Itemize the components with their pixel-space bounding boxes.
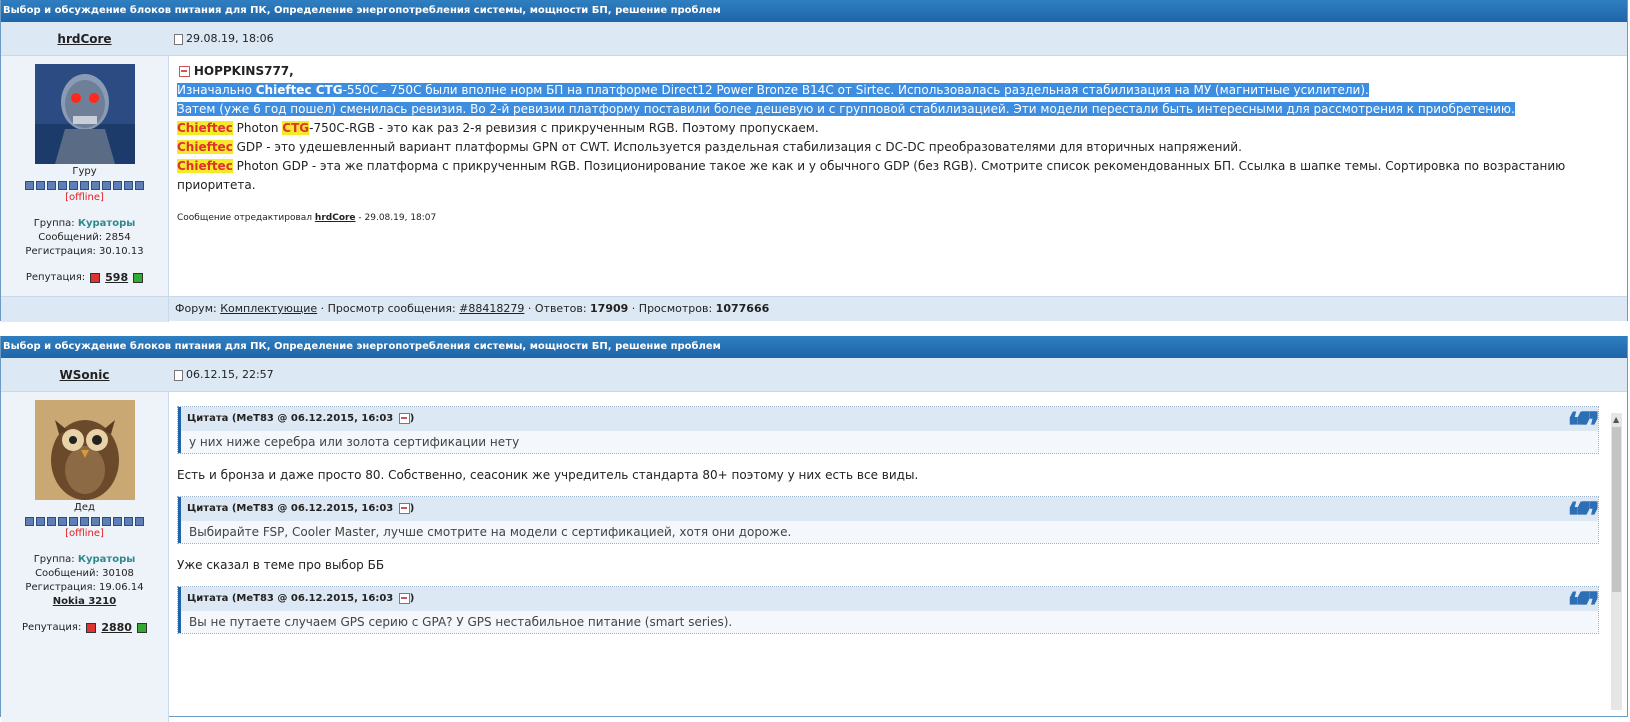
group-label: Группа:: [33, 218, 75, 229]
author-link[interactable]: WSonic: [1, 368, 168, 382]
post-scrollbar[interactable]: ▲: [1611, 413, 1622, 710]
quote-mark-icon: ❝❞: [1567, 495, 1600, 537]
post-footer: Форум: Комплектующие · Просмотр сообщени…: [169, 296, 1627, 321]
topic-title[interactable]: Выбор и обсуждение блоков питания для ПК…: [1, 0, 1627, 22]
quote-header: Цитата (MeT83 @ 06.12.2015, 16:03 ): [178, 497, 1598, 521]
user-group: Группа: Кураторы: [1, 217, 168, 231]
quote-block: Цитата (MeT83 @ 06.12.2015, 16:03 ) у ни…: [177, 405, 1600, 454]
post-icon[interactable]: [174, 369, 183, 381]
quote-header: Цитата (MeT83 @ 06.12.2015, 16:03 ): [178, 587, 1598, 611]
user-panel: Гуру [offline] Группа: Кураторы Сообщени…: [1, 56, 169, 296]
quote-mark-icon: ❝❞: [1567, 585, 1600, 627]
reply-back-icon[interactable]: [179, 66, 190, 77]
reply-to: HOPPKINS777,: [177, 62, 1619, 81]
line-4: Chieftec GDP - это удешевленный вариант …: [177, 140, 1242, 154]
post-content: HOPPKINS777, Изначально Chieftec CTG-550…: [169, 56, 1627, 296]
quote-text: Вы не путаете случаем GPS серию с GPA? У…: [178, 611, 1598, 633]
registration-date: Регистрация: 19.06.14: [25, 582, 144, 593]
reputation: Репутация: 598: [1, 271, 168, 284]
rep-minus-icon[interactable]: [90, 272, 101, 283]
post-icon[interactable]: [174, 33, 183, 45]
user-info: Группа: Кураторы Сообщений: 30108 Регист…: [1, 553, 168, 609]
post-1: Выбор и обсуждение блоков питания для ПК…: [0, 0, 1628, 322]
rank-dots: [1, 181, 168, 190]
quote-back-icon[interactable]: [398, 592, 410, 604]
user-rank: Гуру: [72, 166, 97, 177]
quote-back-icon[interactable]: [398, 502, 410, 514]
post-namebar: WSonic 06.12.15, 22:57: [1, 358, 1627, 392]
message-count: Сообщений: 30108: [35, 568, 134, 579]
quote-text: Выбирайте FSP, Cooler Master, лучше смот…: [178, 521, 1598, 543]
line-2: Затем (уже 6 год пошел) сменилась ревизи…: [177, 102, 1515, 116]
editor-link[interactable]: hrdCore: [315, 213, 356, 223]
post-namebar: hrdCore 29.08.19, 18:06: [1, 22, 1627, 56]
reputation-value[interactable]: 598: [105, 271, 128, 284]
rep-minus-icon[interactable]: [86, 622, 97, 633]
forum-link[interactable]: Комплектующие: [220, 302, 317, 315]
reputation-label: Репутация:: [25, 272, 86, 283]
post-date: 06.12.15, 22:57: [168, 368, 274, 381]
reputation-value[interactable]: 2880: [101, 621, 132, 634]
group-label: Группа:: [33, 554, 75, 565]
user-rank: Дед: [74, 502, 95, 513]
quote-block: Цитата (MeT83 @ 06.12.2015, 16:03 ) Вы н…: [177, 585, 1600, 634]
avatar[interactable]: [34, 400, 135, 500]
line-5: Chieftec Photon GDP - эта же платформа с…: [177, 159, 1566, 192]
rank-dots: [1, 517, 168, 526]
line-3: Chieftec Photon CTG-750C-RGB - это как р…: [177, 121, 819, 135]
rep-plus-icon[interactable]: [133, 272, 144, 283]
avatar[interactable]: [34, 64, 135, 164]
reputation: Репутация: 2880: [1, 621, 168, 634]
scrollbar-thumb[interactable]: [1612, 427, 1621, 592]
user-device-link[interactable]: Nokia 3210: [1, 595, 168, 609]
registration-date: Регистрация: 30.10.13: [25, 246, 144, 257]
post-content: Цитата (MeT83 @ 06.12.2015, 16:03 ) у ни…: [169, 392, 1627, 722]
online-status: [offline]: [65, 192, 104, 203]
reputation-label: Репутация:: [22, 622, 82, 633]
rep-plus-icon[interactable]: [136, 622, 147, 633]
reply-to-user[interactable]: HOPPKINS777,: [194, 64, 294, 78]
topic-title[interactable]: Выбор и обсуждение блоков питания для ПК…: [1, 336, 1627, 358]
author-link[interactable]: hrdCore: [1, 32, 168, 46]
group-name[interactable]: Кураторы: [78, 218, 135, 229]
quote-back-icon[interactable]: [398, 412, 410, 424]
scroll-up-icon[interactable]: ▲: [1613, 415, 1619, 424]
message-link[interactable]: #88418279: [459, 302, 524, 315]
group-name[interactable]: Кураторы: [78, 554, 135, 565]
quote-mark-icon: ❝❞: [1567, 405, 1600, 447]
online-status: [offline]: [65, 528, 104, 539]
user-panel: Дед [offline] Группа: Кураторы Сообщений…: [1, 392, 169, 722]
quote-block: Цитата (MeT83 @ 06.12.2015, 16:03 ) Выби…: [177, 495, 1600, 544]
post-date-text: 29.08.19, 18:06: [186, 32, 274, 45]
post-date: 29.08.19, 18:06: [168, 32, 274, 45]
post-date-text: 06.12.15, 22:57: [186, 368, 274, 381]
user-group: Группа: Кураторы: [1, 553, 168, 567]
post-paragraph: Есть и бронза и даже просто 80. Собствен…: [177, 468, 919, 482]
user-info: Группа: Кураторы Сообщений: 2854 Регистр…: [1, 217, 168, 259]
edited-note: Сообщение отредактировал hrdCore - 29.08…: [177, 213, 437, 223]
post-2: Выбор и обсуждение блоков питания для ПК…: [0, 336, 1628, 722]
post-paragraph: Уже сказал в теме про выбор ББ: [177, 558, 385, 572]
quote-text: у них ниже серебра или золота сертификац…: [178, 431, 1598, 453]
quote-header: Цитата (MeT83 @ 06.12.2015, 16:03 ): [178, 407, 1598, 431]
line-1: Изначально Chieftec CTG-550C - 750C были…: [177, 83, 1369, 97]
message-count: Сообщений: 2854: [38, 232, 131, 243]
